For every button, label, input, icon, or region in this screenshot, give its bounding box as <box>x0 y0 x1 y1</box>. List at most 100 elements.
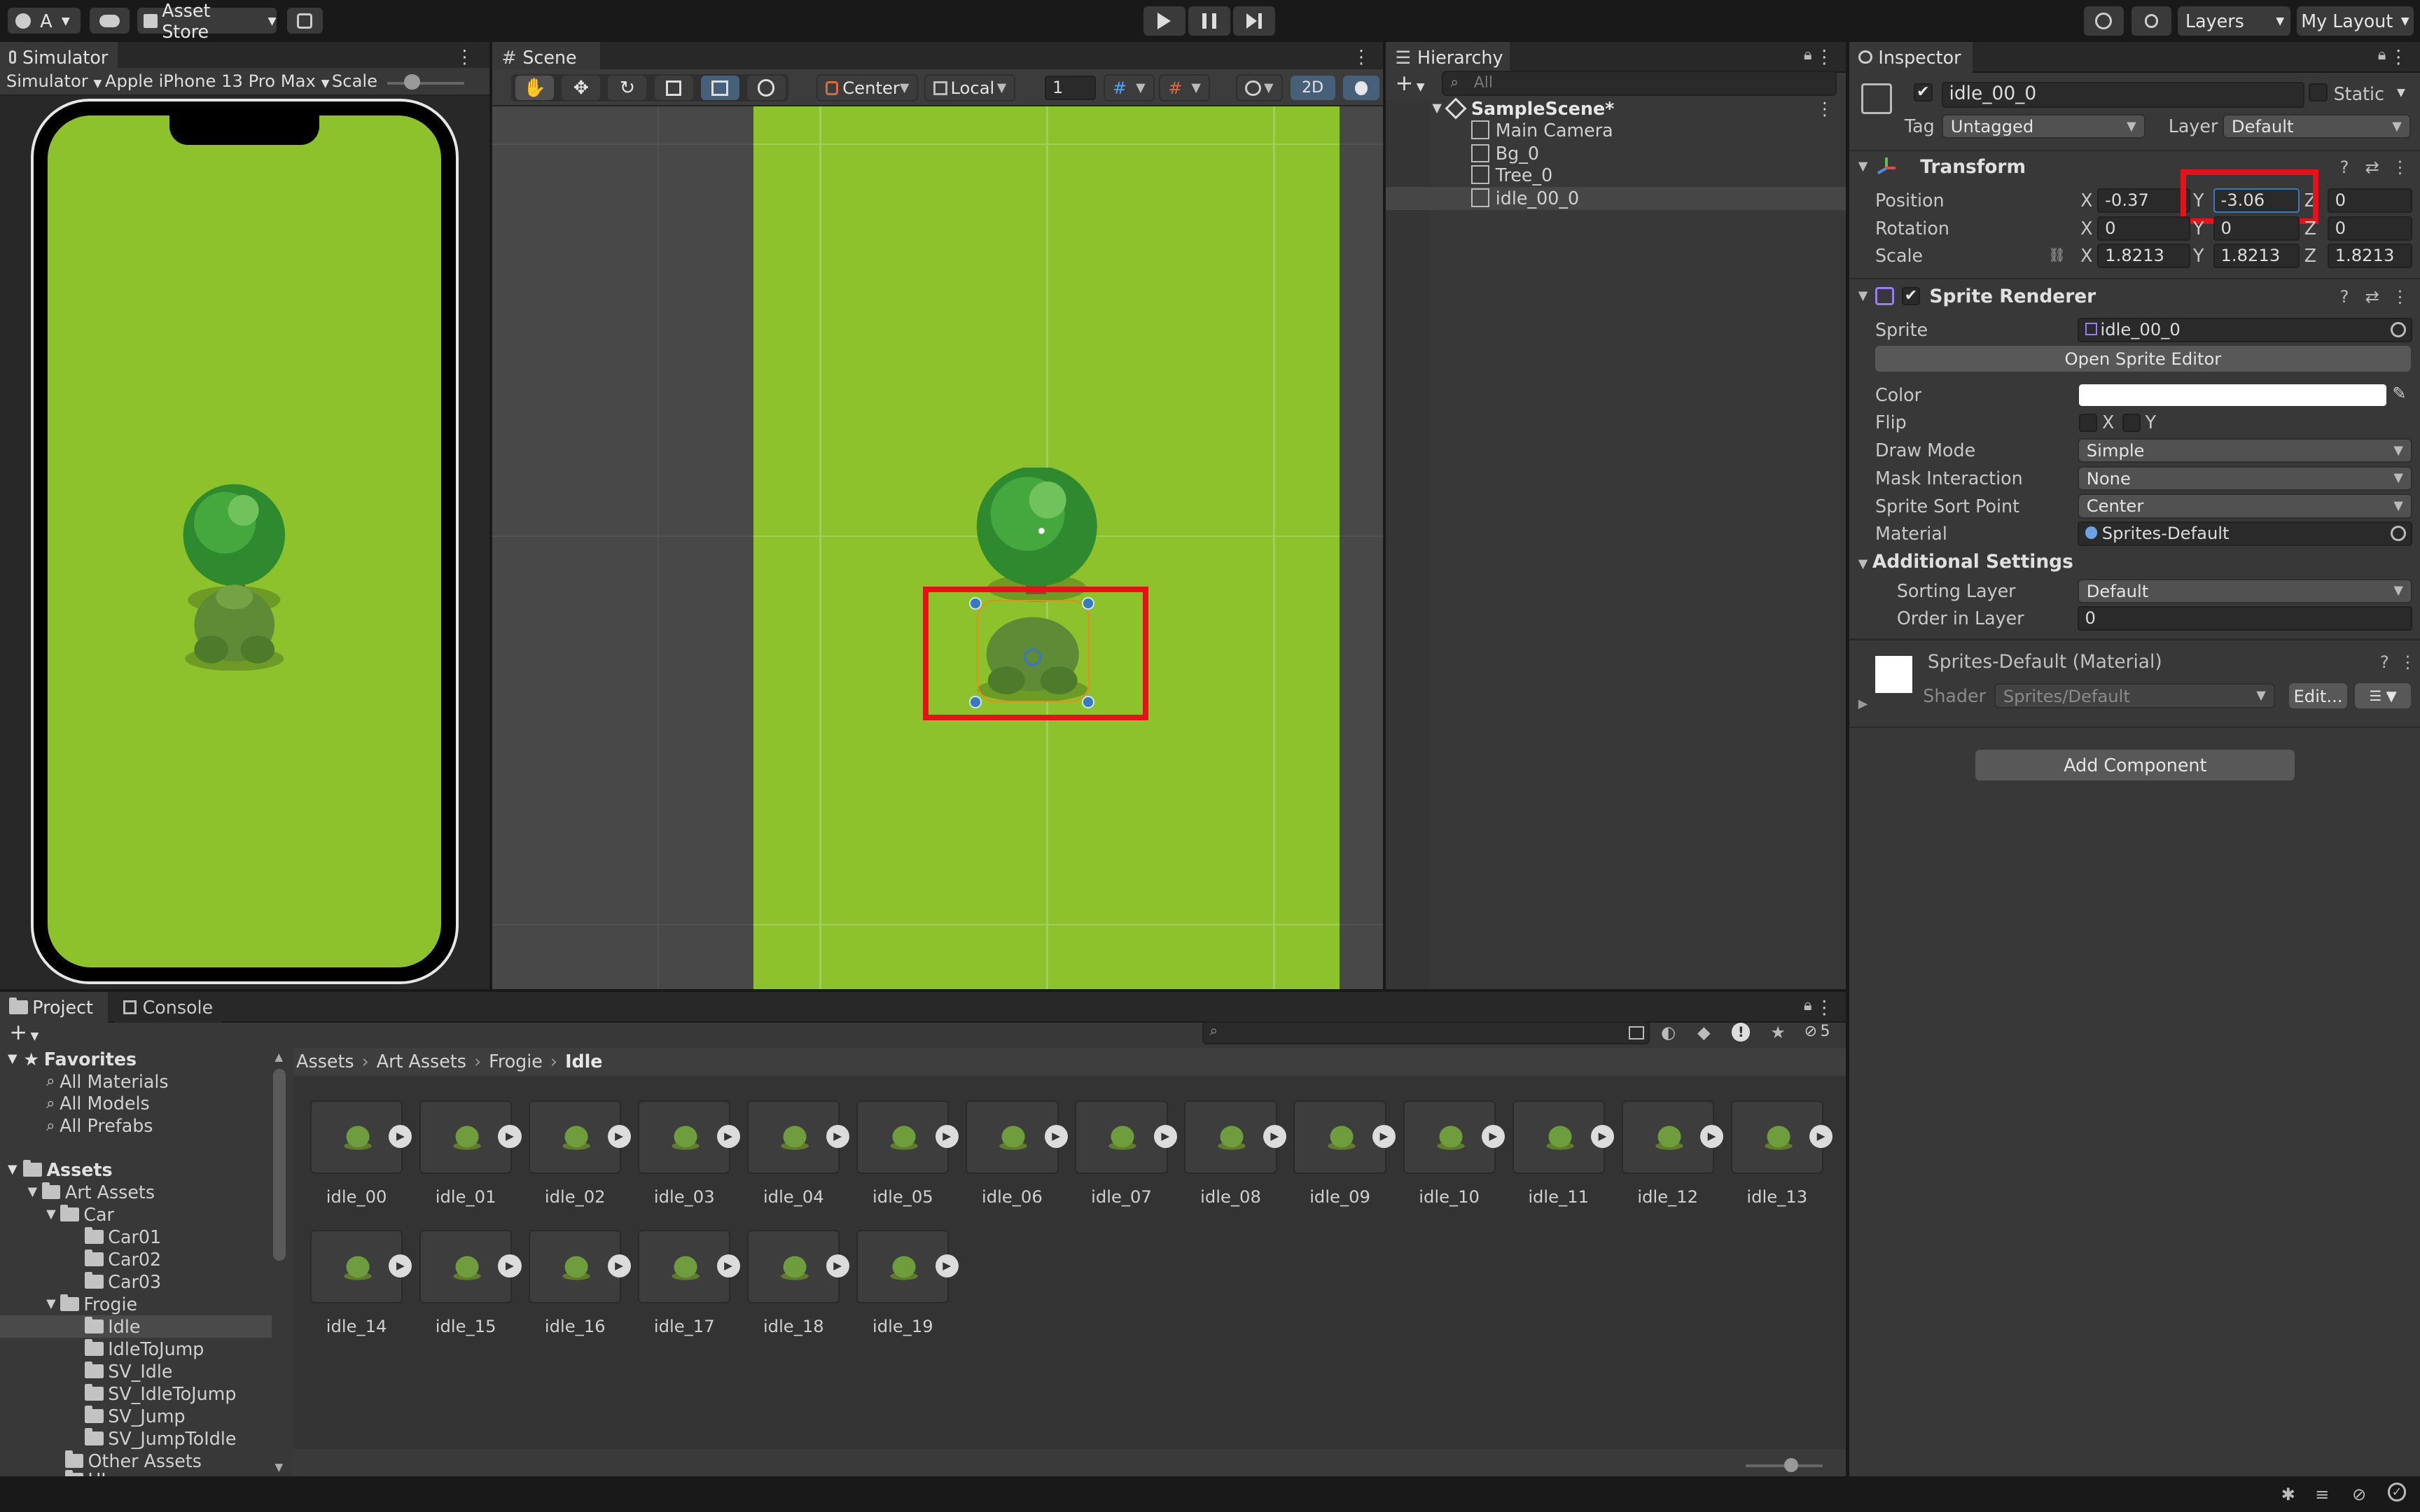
lighting-toggle[interactable] <box>1342 75 1380 101</box>
tree-folder[interactable]: SV_IdleToJump <box>85 1382 236 1405</box>
tree-folder[interactable]: UI <box>64 1469 106 1477</box>
packages-button[interactable] <box>286 8 323 34</box>
asset-tile[interactable]: ▶ idle_13 <box>1729 1100 1837 1224</box>
tree-folder[interactable]: ▼ Car <box>46 1203 114 1226</box>
help-icon[interactable]: ? <box>2334 286 2356 307</box>
pause-button[interactable] <box>1188 6 1230 36</box>
filter-by-importance-icon[interactable]: ! <box>1732 1023 1751 1042</box>
tab-project[interactable]: Project <box>0 992 109 1023</box>
order-in-layer-field[interactable]: 0 <box>2077 606 2412 631</box>
more-options-icon[interactable]: ⋮ <box>1815 46 1833 68</box>
more-options-icon[interactable]: ⋮ <box>1816 98 1833 119</box>
asset-tile[interactable]: ▶ idle_18 <box>746 1229 854 1353</box>
background-sprite[interactable] <box>753 106 1340 989</box>
shading-dropdown[interactable]: ▼ <box>1236 74 1283 102</box>
object-picker-icon[interactable] <box>2391 322 2407 338</box>
tree-scrollbar[interactable] <box>273 1069 286 1261</box>
position-z-field[interactable]: 0 <box>2327 188 2412 214</box>
cloud-button[interactable] <box>89 8 130 34</box>
step-button[interactable] <box>1233 6 1275 36</box>
hand-tool-button[interactable]: ✋ <box>515 75 555 101</box>
presets-icon[interactable]: ⇄ <box>2361 286 2383 307</box>
hierarchy-search[interactable]: ⌕ All <box>1441 71 1837 96</box>
hidden-packages-toggle[interactable]: ⊘ 5 <box>1804 1023 1830 1040</box>
rotation-z-field[interactable]: 0 <box>2327 216 2412 241</box>
tree-folder[interactable]: Car02 <box>85 1248 161 1270</box>
filter-by-type-icon[interactable]: ◐ <box>1657 1021 1679 1043</box>
tree-folder[interactable]: SV_Idle <box>85 1360 173 1382</box>
lock-icon[interactable]: 🔒︎ <box>1804 46 1812 64</box>
asset-tile[interactable]: ▶ idle_06 <box>964 1100 1072 1224</box>
scale-z-field[interactable]: 1.8213 <box>2327 244 2412 269</box>
favorites-header[interactable]: ▼ ★ Favorites <box>8 1048 137 1070</box>
help-icon[interactable]: ? <box>2374 651 2395 673</box>
2d-toggle[interactable]: 2D <box>1290 75 1335 101</box>
create-dropdown[interactable]: + ▼ <box>9 1020 39 1045</box>
flip-x-checkbox[interactable] <box>2078 413 2098 433</box>
scale-y-field[interactable]: 1.8213 <box>2213 244 2300 269</box>
chevron-down-icon[interactable]: ▼ <box>2397 86 2405 99</box>
asset-store-button[interactable]: Asset Store ▼ <box>137 0 277 42</box>
asset-tile[interactable]: ▶ idle_09 <box>1292 1100 1400 1224</box>
asset-tile[interactable]: ▶ idle_02 <box>527 1100 635 1224</box>
simulator-mode-dropdown[interactable]: Simulator ▼ <box>6 71 102 91</box>
help-icon[interactable]: ? <box>2334 156 2356 178</box>
play-button[interactable] <box>1143 6 1185 36</box>
layers-dropdown[interactable]: Layers ▼ <box>2177 6 2290 36</box>
project-search[interactable]: ⌕ <box>1202 1021 1650 1045</box>
cache-icon[interactable]: ⊘ <box>2352 1484 2366 1504</box>
sprite-renderer-enabled-checkbox[interactable]: ✔ <box>1901 286 1921 306</box>
presets-icon[interactable]: ⇄ <box>2361 156 2383 178</box>
static-checkbox[interactable] <box>2309 83 2328 102</box>
progress-icon[interactable]: ≡ <box>2315 1484 2329 1504</box>
object-name-field[interactable]: idle_00_0 <box>1941 81 2304 108</box>
tab-console[interactable]: Console <box>114 992 223 1023</box>
color-swatch[interactable] <box>2078 384 2386 406</box>
favorites-item[interactable]: ⌕ All Prefabs <box>46 1114 153 1137</box>
play-icon[interactable]: ▶ <box>389 1254 412 1278</box>
asset-tile[interactable]: ▶ idle_05 <box>855 1100 963 1224</box>
play-icon[interactable]: ▶ <box>826 1124 849 1148</box>
play-icon[interactable]: ▶ <box>1590 1124 1615 1148</box>
more-options-icon[interactable]: ⋮ <box>455 46 473 68</box>
thumbnail-size-slider-thumb[interactable] <box>1783 1457 1798 1472</box>
eyedropper-icon[interactable]: ✎ <box>2392 383 2406 403</box>
asset-tile[interactable]: ▶ idle_15 <box>418 1229 526 1353</box>
tab-hierarchy[interactable]: ☰ Hierarchy <box>1386 41 1510 73</box>
rotation-x-field[interactable]: 0 <box>2097 216 2190 241</box>
tree-folder[interactable]: ▼ Frogie <box>46 1293 137 1315</box>
play-icon[interactable]: ▶ <box>826 1254 849 1278</box>
more-options-icon[interactable]: ⋮ <box>2389 46 2407 68</box>
more-options-icon[interactable]: ⋮ <box>2397 651 2419 673</box>
sprite-field[interactable]: idle_00_0 <box>2077 318 2412 343</box>
hierarchy-item[interactable]: Bg_0 <box>1470 142 1539 164</box>
tree-folder[interactable]: SV_Jump <box>85 1405 186 1427</box>
assets-root[interactable]: ▼ Assets <box>8 1158 113 1181</box>
tree-folder-selected[interactable]: Idle <box>85 1315 140 1338</box>
position-x-field[interactable]: -0.37 <box>2097 188 2190 214</box>
space-dropdown[interactable]: Local ▼ <box>924 74 1016 102</box>
tab-scene[interactable]: # Scene <box>492 41 601 73</box>
expand-arrow-icon[interactable]: ▶ <box>1858 697 1868 711</box>
pivot-dropdown[interactable]: Center ▼ <box>816 74 919 102</box>
add-component-button[interactable]: Add Component <box>1975 750 2295 781</box>
breadcrumb-item[interactable]: Assets <box>296 1051 354 1072</box>
play-icon[interactable]: ▶ <box>1372 1124 1396 1148</box>
gameobject-icon[interactable] <box>1861 83 1893 115</box>
tree-folder[interactable]: IdleToJump <box>85 1338 204 1360</box>
active-checkbox[interactable]: ✔ <box>1914 83 1933 102</box>
asset-tile[interactable]: ▶ idle_12 <box>1620 1100 1727 1224</box>
search-type-icon[interactable] <box>1628 1026 1644 1040</box>
scale-tool-button[interactable] <box>654 75 693 101</box>
asset-tile[interactable]: ▶ idle_01 <box>418 1100 526 1224</box>
rotation-y-field[interactable]: 0 <box>2213 216 2300 241</box>
sorting-layer-dropdown[interactable]: Default ▼ <box>2077 578 2412 603</box>
play-icon[interactable]: ▶ <box>498 1254 522 1278</box>
shader-dropdown[interactable]: Sprites/Default ▼ <box>1994 683 2275 708</box>
scale-x-field[interactable]: 1.8213 <box>2097 244 2190 269</box>
asset-tile[interactable]: ▶ idle_16 <box>527 1229 635 1353</box>
material-field[interactable]: Sprites-Default <box>2077 521 2412 547</box>
play-icon[interactable]: ▶ <box>1153 1124 1177 1148</box>
debug-icon[interactable]: ✱ <box>2281 1484 2295 1504</box>
open-sprite-editor-button[interactable]: Open Sprite Editor <box>1875 345 2411 372</box>
